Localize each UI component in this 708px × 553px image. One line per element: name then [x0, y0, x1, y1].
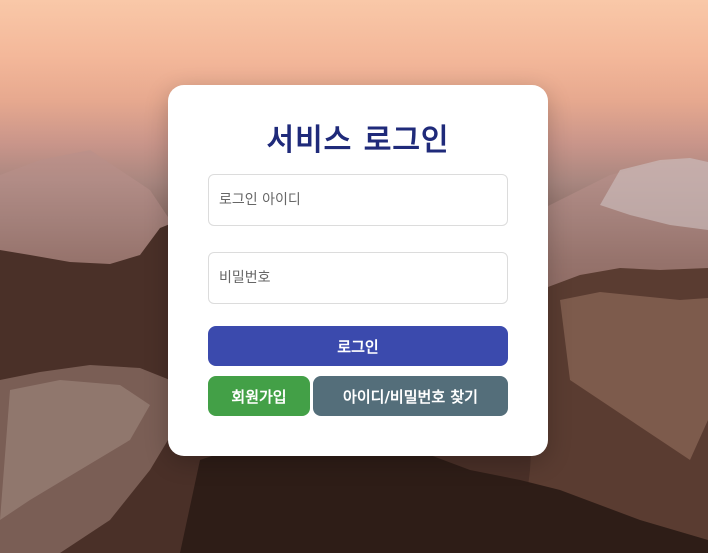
login-button[interactable]: 로그인 — [208, 326, 508, 366]
find-account-button[interactable]: 아이디/비밀번호 찾기 — [313, 376, 508, 416]
signup-button[interactable]: 회원가입 — [208, 376, 310, 416]
login-card: 서비스 로그인 로그인 회원가입 아이디/비밀번호 찾기 — [168, 85, 548, 456]
login-title: 서비스 로그인 — [266, 123, 450, 158]
id-input[interactable] — [208, 174, 508, 226]
password-input[interactable] — [208, 252, 508, 304]
